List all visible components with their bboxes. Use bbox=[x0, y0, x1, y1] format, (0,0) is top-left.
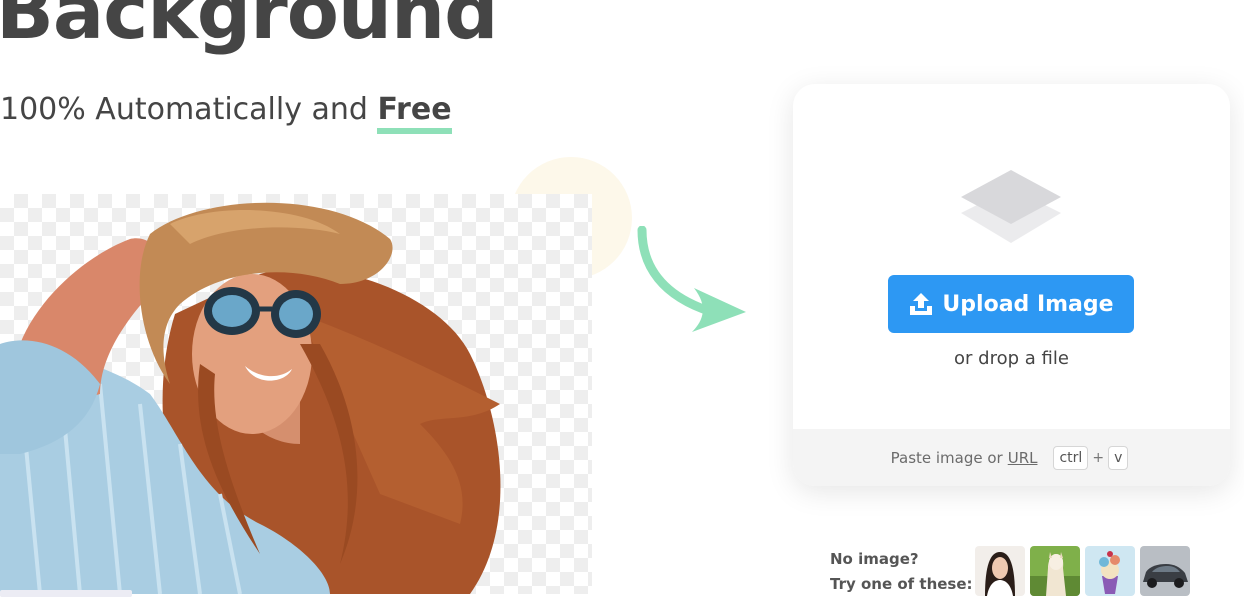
sample-ice-cream[interactable] bbox=[1085, 546, 1135, 596]
layers-icon bbox=[961, 170, 1061, 243]
sample-car[interactable] bbox=[1140, 546, 1190, 596]
upload-card: Upload Image or drop a file Paste image … bbox=[793, 84, 1230, 486]
key-v: v bbox=[1108, 445, 1129, 470]
upload-button-label: Upload Image bbox=[942, 291, 1114, 317]
paste-text: Paste image or bbox=[890, 448, 1003, 467]
hero-example-image bbox=[0, 194, 592, 594]
woman-with-hat-illustration bbox=[0, 202, 501, 594]
keyboard-shortcut: ctrl + v bbox=[1049, 445, 1132, 470]
curved-arrow-icon bbox=[637, 226, 746, 332]
upload-image-button[interactable]: Upload Image bbox=[888, 275, 1134, 333]
paste-footer: Paste image or URL ctrl + v bbox=[793, 429, 1230, 486]
key-ctrl: ctrl bbox=[1053, 445, 1089, 470]
subheadline-text: 100% Automatically and bbox=[0, 92, 378, 127]
sample-images bbox=[975, 546, 1190, 596]
page: Background 100% Automatically and Free U… bbox=[0, 0, 1244, 597]
upload-icon bbox=[908, 291, 934, 317]
sample-woman-portrait[interactable] bbox=[975, 546, 1025, 596]
samples-label: No image? Try one of these: bbox=[830, 547, 973, 597]
samples-label-line1: No image? bbox=[830, 550, 919, 568]
headline: Background bbox=[0, 0, 499, 56]
hero-shadow bbox=[0, 590, 132, 597]
samples-label-line2: Try one of these: bbox=[830, 575, 973, 593]
url-link[interactable]: URL bbox=[1008, 449, 1038, 467]
sample-alpaca[interactable] bbox=[1030, 546, 1080, 596]
drop-file-text: or drop a file bbox=[954, 348, 1069, 369]
subheadline-emphasis: Free bbox=[377, 92, 452, 134]
key-plus: + bbox=[1092, 449, 1105, 466]
subheadline: 100% Automatically and Free bbox=[0, 92, 452, 134]
